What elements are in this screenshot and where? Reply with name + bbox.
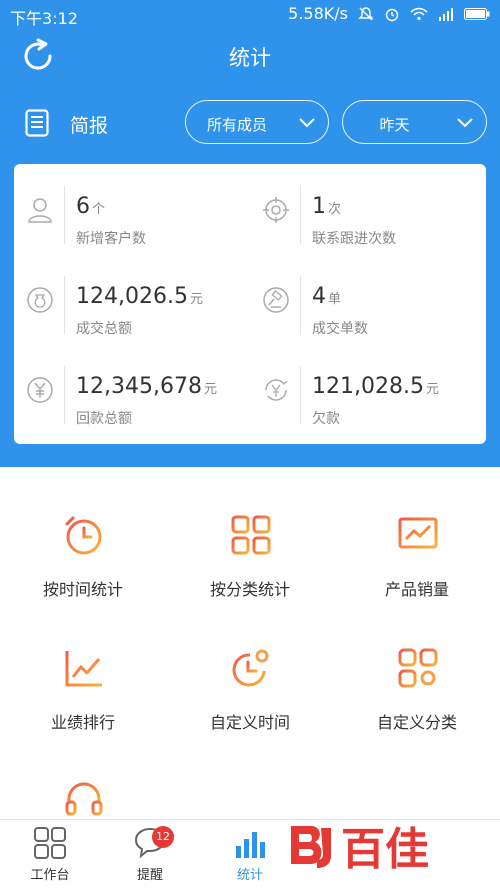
- summary-card: 6个 新增客户数 1次 联系跟进次数 124,026.5 元 成交总额 4 单 …: [14, 164, 486, 444]
- stat-value: 1: [312, 194, 326, 219]
- alarm-icon: [384, 6, 400, 22]
- stat-value: 4: [312, 284, 326, 309]
- yuan-coin-icon: [26, 376, 54, 404]
- stat-deal-total[interactable]: 124,026.5 元 成交总额: [14, 264, 250, 356]
- stat-label: 欠款: [312, 411, 340, 427]
- mute-icon: [358, 6, 374, 22]
- chevron-down-icon: [456, 115, 474, 133]
- category-settings-icon: [397, 647, 439, 689]
- stat-deal-count[interactable]: 4单 成交单数: [250, 264, 486, 356]
- stat-value: 6: [76, 194, 90, 219]
- network-speed: 5.58K/s: [288, 4, 348, 23]
- report-label: 简报: [70, 115, 109, 137]
- stat-unit: 元: [189, 292, 203, 307]
- stat-debt[interactable]: 121,028.5 元 欠款: [250, 354, 486, 446]
- grid-item-label: 按分类统计: [209, 580, 290, 599]
- date-filter-dropdown[interactable]: 昨天: [342, 100, 487, 144]
- grid-item-by-category[interactable]: 按分类统计: [167, 514, 333, 624]
- tab-label: 工作台: [30, 868, 70, 883]
- person-icon: [26, 196, 54, 224]
- battery-icon: [464, 7, 490, 20]
- grid-item-label: 产品销量: [384, 580, 449, 599]
- grid-item-label: 自定义分类: [376, 713, 457, 732]
- svg-text:百佳: 百佳: [341, 824, 429, 875]
- stat-label: 联系跟进次数: [312, 231, 396, 247]
- header: 下午3:12 5.58K/s 统计 简报 所有成员 昨天 6 个 新增客户数 1…: [0, 0, 500, 467]
- tab-workbench[interactable]: 工作台: [0, 820, 100, 889]
- money-bag-icon: [26, 286, 54, 314]
- member-filter-label: 所有成员: [206, 116, 267, 134]
- date-filter-label: 昨天: [379, 116, 410, 134]
- stat-unit: 单: [328, 292, 342, 307]
- stat-label: 成交总额: [76, 321, 132, 337]
- signal-icon: [438, 7, 454, 21]
- category-icon: [230, 514, 272, 556]
- clock-settings-icon: [230, 647, 272, 689]
- stat-followups[interactable]: 1次 联系跟进次数: [250, 174, 486, 266]
- stat-unit: 元: [203, 382, 217, 397]
- notification-badge: 12: [152, 826, 174, 848]
- clock-icon: [63, 514, 105, 556]
- bar-chart-icon: [233, 826, 267, 860]
- stat-payment-total[interactable]: 12,345,678 元 回款总额: [14, 354, 250, 446]
- grid-item-performance-ranking[interactable]: 业绩排行: [0, 647, 166, 757]
- stat-unit: 个: [92, 202, 106, 217]
- stat-value: 124,026.5: [76, 284, 188, 309]
- grid-item-by-time[interactable]: 按时间统计: [0, 514, 166, 624]
- stat-unit: 次: [328, 202, 342, 217]
- stat-label: 新增客户数: [76, 231, 146, 247]
- chevron-down-icon: [298, 115, 316, 133]
- member-filter-dropdown[interactable]: 所有成员: [185, 100, 329, 144]
- top-bar: 统计: [0, 28, 500, 84]
- watermark-logo: 百佳: [285, 820, 475, 880]
- wifi-icon: [410, 7, 428, 21]
- grid-item-product-sales[interactable]: 产品销量: [334, 514, 500, 624]
- yuan-cycle-icon: [262, 376, 290, 404]
- grid-item-custom-category[interactable]: 自定义分类: [334, 647, 500, 757]
- stat-unit: 元: [425, 382, 439, 397]
- gavel-icon: [262, 286, 290, 314]
- line-chart-icon: [63, 647, 105, 689]
- status-time: 下午3:12: [10, 9, 78, 28]
- grid-item-custom-time[interactable]: 自定义时间: [167, 647, 333, 757]
- stat-value: 12,345,678: [76, 374, 202, 399]
- tab-reminders[interactable]: 12 提醒: [100, 820, 200, 889]
- report-icon: [25, 109, 49, 137]
- stat-label: 回款总额: [76, 411, 132, 427]
- stat-value: 121,028.5: [312, 374, 424, 399]
- grid-item-label: 按时间统计: [42, 580, 123, 599]
- grid-item-label: 业绩排行: [50, 713, 115, 732]
- sales-chart-icon: [397, 514, 439, 556]
- tab-label: 提醒: [136, 868, 163, 883]
- target-icon: [262, 196, 290, 224]
- grid-icon: [33, 826, 67, 860]
- stat-new-customers[interactable]: 6个 新增客户数: [14, 174, 250, 266]
- headset-icon: [63, 780, 105, 822]
- page-title: 统计: [229, 46, 271, 70]
- status-bar: 下午3:12 5.58K/s: [0, 0, 500, 28]
- stat-label: 成交单数: [312, 321, 368, 337]
- grid-item-label: 自定义时间: [209, 713, 290, 732]
- filter-bar: 简报 所有成员 昨天: [0, 98, 500, 148]
